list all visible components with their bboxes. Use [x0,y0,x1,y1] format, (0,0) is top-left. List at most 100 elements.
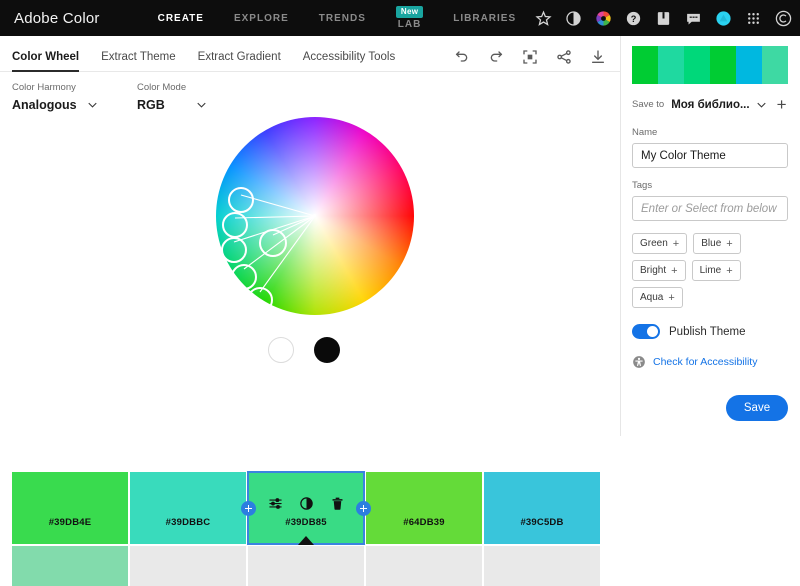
tag-bright-label: Bright [640,265,667,276]
check-accessibility-link[interactable]: Check for Accessibility [653,356,757,368]
swatch-empty-3[interactable] [366,546,482,586]
swatch-empty-2[interactable] [248,546,364,586]
save-panel: Save to Моя библио... + Name Tags Green … [620,36,800,586]
nav-item-lab[interactable]: New LAB [395,0,424,36]
color-mode-select[interactable]: RGB [137,98,206,112]
nav-item-libraries[interactable]: LIBRARIES [453,0,516,36]
save-to-label: Save to [632,99,665,110]
tab-extract-gradient[interactable]: Extract Gradient [198,51,281,71]
contrast-icon[interactable] [565,10,582,27]
content-area: Color Wheel Extract Theme Extract Gradie… [0,36,800,586]
save-to-value[interactable]: Моя библио... [671,99,749,111]
wheel-marker-selected[interactable] [259,229,287,257]
swatch-1[interactable]: #39DB4E [12,472,128,544]
tag-aqua-label: Aqua [640,292,664,303]
nav-item-explore[interactable]: EXPLORE [234,0,289,36]
tag-bright-add-icon: + [671,264,678,277]
svg-text:?: ? [631,13,637,23]
publish-theme-toggle[interactable] [632,324,660,339]
color-harmony-label: Color Harmony [12,82,76,93]
tag-bright[interactable]: Bright + [632,260,686,281]
wheel-marker-1[interactable] [228,187,254,213]
feedback-icon[interactable] [685,10,702,27]
app-grid-icon[interactable] [745,10,762,27]
nav-item-trends-label: TRENDS [318,12,366,24]
color-mode-group: Color Mode RGB [137,82,206,112]
swatch-empty-4[interactable] [484,546,600,586]
wheel-marker-2[interactable] [222,212,248,238]
color-wheel-area [0,112,620,402]
adobe-color-app: Adobe Color CREATE EXPLORE TRENDS New LA… [0,0,800,586]
add-library-button[interactable]: + [777,96,787,113]
fullscreen-icon[interactable] [522,49,538,65]
avatar-icon[interactable] [715,10,732,27]
swatch-2[interactable]: #39DBBC [130,472,246,544]
swatch-empty-1[interactable] [130,546,246,586]
tab-extract-theme[interactable]: Extract Theme [101,51,176,71]
preview-swatch-4 [710,46,736,84]
wheel-marker-5[interactable] [231,264,257,290]
nav-item-create[interactable]: CREATE [158,0,204,36]
tool-tabs: Color Wheel Extract Theme Extract Gradie… [0,36,620,72]
tab-color-wheel[interactable]: Color Wheel [12,51,80,72]
color-harmony-group: Color Harmony Analogous [12,82,97,112]
share-icon[interactable] [556,49,572,65]
undo-icon[interactable] [454,49,470,65]
swatch-row-secondary: #82DBAC [12,546,602,586]
top-navigation-bar: Adobe Color CREATE EXPLORE TRENDS New LA… [0,0,800,36]
swatch-6[interactable]: #82DBAC [12,546,128,586]
color-harmony-value: Analogous [12,98,77,112]
tag-lime[interactable]: Lime + [691,260,741,281]
download-icon[interactable] [590,49,606,65]
tag-blue[interactable]: Blue + [693,233,741,254]
swatch-5[interactable]: #39C5DB [484,472,600,544]
wheel-marker-6[interactable] [247,287,273,313]
nav-item-create-label: CREATE [157,12,204,24]
tag-blue-add-icon: + [726,237,733,250]
creative-cloud-icon[interactable] [775,10,792,27]
wheel-center-point [313,214,316,217]
tag-aqua[interactable]: Aqua + [632,287,683,308]
white-swatch-circle[interactable] [268,337,294,363]
accessibility-icon [633,356,645,368]
tags-input[interactable] [632,196,788,221]
preview-swatch-3 [684,46,710,84]
swatch-4[interactable]: #64DB39 [366,472,482,544]
swatch-tool-group [248,496,364,511]
contrast-icon[interactable] [299,496,314,511]
tag-suggestions: Green + Blue + Bright + Lime + Aqua + [632,233,792,308]
sliders-icon[interactable] [268,496,283,511]
accessibility-row[interactable]: Check for Accessibility [632,355,790,369]
swatch-5-hex: #39C5DB [520,517,564,528]
tab-accessibility-tools[interactable]: Accessibility Tools [303,51,395,71]
color-harmony-select[interactable]: Analogous [12,98,97,112]
preview-swatch-5 [736,46,762,84]
selected-swatch-pointer [298,536,314,545]
chevron-down-icon [88,102,97,108]
preview-swatch-1 [632,46,658,84]
help-icon[interactable]: ? [625,10,642,27]
swatch-row-primary: #39DB4E #39DBBC #39DB85 #64DB39 #39C5DB [12,471,602,545]
save-button[interactable]: Save [726,395,788,421]
tag-green[interactable]: Green + [632,233,688,254]
book-icon[interactable] [655,10,672,27]
tag-green-label: Green [640,238,668,249]
color-wheel-icon[interactable] [595,10,612,27]
add-swatch-right-button[interactable] [356,501,371,516]
panel-divider [620,36,621,436]
theme-preview-strip [632,46,788,84]
redo-icon[interactable] [488,49,504,65]
swatch-2-hex: #39DBBC [165,517,211,528]
star-icon[interactable] [535,9,552,27]
black-swatch-circle[interactable] [314,337,340,363]
nav-item-trends[interactable]: TRENDS [319,0,366,36]
chevron-down-icon[interactable] [756,102,766,108]
swatch-3-selected[interactable]: #39DB85 [241,471,371,545]
theme-name-input[interactable] [632,143,788,168]
nav-item-lab-label: LAB [397,19,422,30]
delete-icon[interactable] [330,496,345,511]
add-swatch-left-button[interactable] [241,501,256,516]
header-icon-group: ? [535,0,792,36]
brand-logo[interactable]: Adobe Color [0,10,100,27]
wheel-marker-3[interactable] [221,237,247,263]
